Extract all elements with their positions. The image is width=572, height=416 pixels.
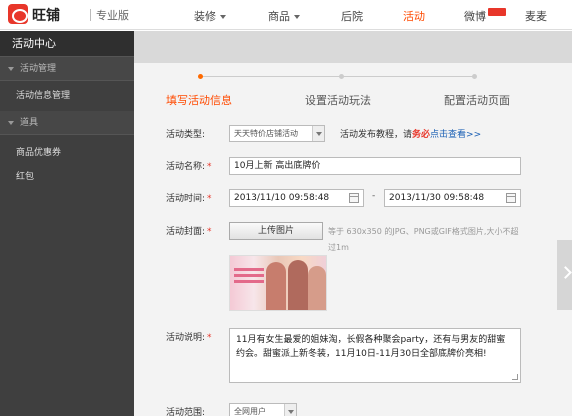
- next-arrow-button[interactable]: [557, 240, 572, 310]
- dropdown-arrow-icon: [284, 404, 296, 416]
- time-separator: -: [372, 191, 376, 201]
- activity-scope-select[interactable]: 全网用户: [229, 403, 297, 416]
- hot-badge-icon: [488, 8, 506, 16]
- nav-decorate-label: 装修: [194, 10, 216, 23]
- activity-description-label: 活动说明: *: [166, 333, 212, 343]
- cover-image-thumbnail: [229, 255, 327, 311]
- dropdown-arrow-icon: [312, 126, 324, 141]
- start-time-value: 2013/11/10 09:58:48: [234, 193, 330, 203]
- main-header-band: [134, 31, 572, 63]
- sidebar-group-label: 活动管理: [20, 64, 57, 74]
- end-time-value: 2013/11/30 09:58:48: [389, 193, 485, 203]
- sidebar: 活动中心 活动管理 活动信息管理 道具 商品优惠券 红包: [0, 31, 134, 416]
- activity-name-input[interactable]: 10月上新 高出底牌价: [229, 157, 521, 175]
- collapse-triangle-icon: [8, 66, 14, 71]
- chevron-down-icon: [220, 15, 226, 19]
- activity-type-value: 天天特价店铺活动: [234, 129, 298, 138]
- logo-divider: [90, 9, 91, 21]
- nav-decorate[interactable]: 装修: [194, 8, 226, 24]
- calendar-icon[interactable]: [349, 193, 359, 203]
- step-dot-3: [472, 74, 477, 79]
- collapse-triangle-icon: [8, 120, 14, 125]
- step-dot-1: [198, 74, 203, 79]
- tutorial-emphasis: 务必: [412, 130, 431, 140]
- alarm-clock-logo-icon: [8, 4, 28, 24]
- sidebar-item-red-packet[interactable]: 红包: [0, 165, 134, 189]
- sidebar-group-label: 道具: [20, 118, 39, 128]
- cover-size-hint: 等于 630x350 的JPG、PNG或GIF格式图片,大小不超过1m: [328, 227, 519, 252]
- activity-cover-label: 活动封面: *: [166, 227, 212, 237]
- nav-backyard[interactable]: 后院: [341, 8, 363, 24]
- sidebar-item-activity-info[interactable]: 活动信息管理: [0, 81, 134, 111]
- activity-type-select[interactable]: 天天特价店铺活动: [229, 125, 325, 142]
- sidebar-group-props[interactable]: 道具: [0, 111, 134, 135]
- steps-progress-line: [200, 76, 476, 77]
- activity-name-label: 活动名称: *: [166, 162, 212, 172]
- step-dot-2: [339, 74, 344, 79]
- top-navigation-bar: 旺铺 专业版 装修 商品 后院 活动 微博 麦麦: [0, 0, 572, 30]
- activity-time-label: 活动时间: *: [166, 194, 212, 204]
- sidebar-group-activity-management[interactable]: 活动管理: [0, 57, 134, 81]
- activity-scope-label: 活动范围:: [166, 408, 206, 416]
- step-set-gameplay: 设置活动玩法: [305, 94, 371, 107]
- description-text: 11月有女生最爱的姐妹淘，长假各种聚会party，还有与男友的甜蜜约会。甜蜜派上…: [236, 335, 506, 359]
- nav-products[interactable]: 商品: [268, 8, 300, 24]
- resize-grip-icon[interactable]: [512, 374, 518, 380]
- upload-image-button[interactable]: 上传图片: [229, 222, 323, 240]
- chevron-down-icon: [294, 15, 300, 19]
- nav-products-label: 商品: [268, 10, 290, 23]
- nav-activities[interactable]: 活动: [403, 8, 425, 24]
- calendar-icon[interactable]: [506, 193, 516, 203]
- end-time-input[interactable]: 2013/11/30 09:58:48: [384, 189, 521, 207]
- activity-description-textarea[interactable]: 11月有女生最爱的姐妹淘，长假各种聚会party，还有与男友的甜蜜约会。甜蜜派上…: [229, 328, 521, 383]
- sidebar-title: 活动中心: [0, 31, 134, 57]
- step-fill-info: 填写活动信息: [166, 94, 232, 107]
- start-time-input[interactable]: 2013/11/10 09:58:48: [229, 189, 364, 207]
- sidebar-item-coupons[interactable]: 商品优惠券: [0, 141, 134, 165]
- activity-scope-value: 全网用户: [234, 407, 266, 416]
- activity-type-label: 活动类型:: [166, 130, 206, 140]
- tutorial-link[interactable]: 点击查看>>: [430, 130, 481, 140]
- edition-label: 专业版: [96, 9, 129, 22]
- tutorial-note: 活动发布教程，请务必点击查看>>: [340, 130, 482, 140]
- step-configure-page: 配置活动页面: [444, 94, 510, 107]
- nav-weibo[interactable]: 微博: [464, 8, 486, 24]
- nav-maimai[interactable]: 麦麦: [525, 8, 547, 24]
- logo-text: 旺铺: [32, 8, 60, 24]
